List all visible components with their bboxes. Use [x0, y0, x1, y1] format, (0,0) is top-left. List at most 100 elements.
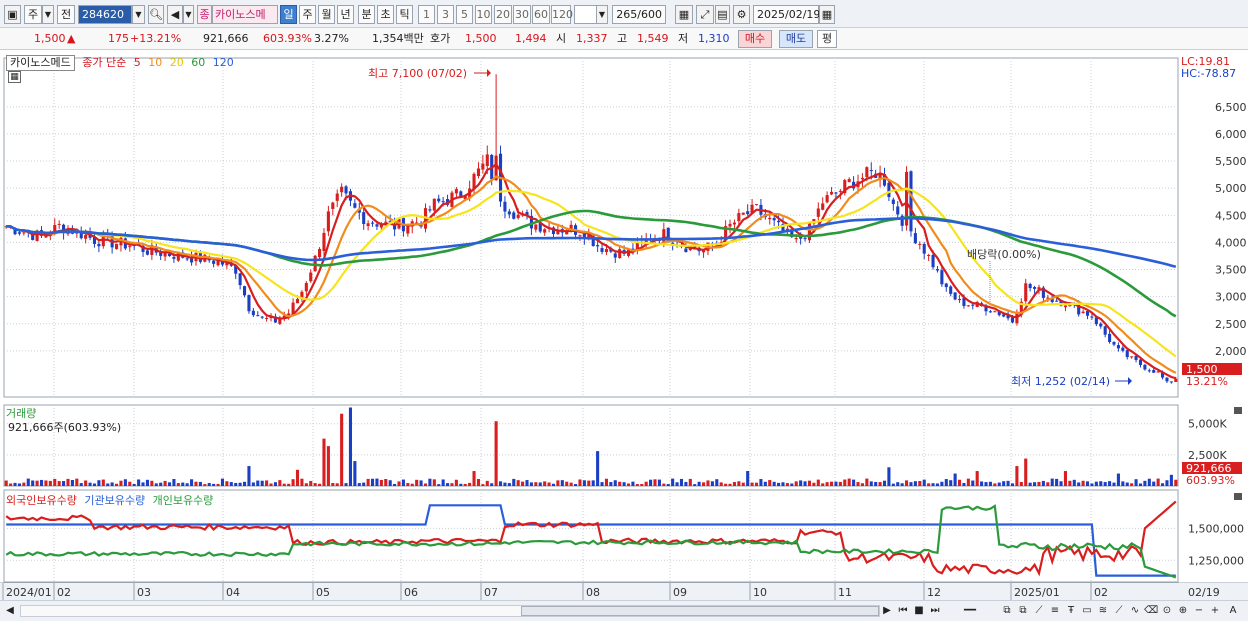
speaker-icon[interactable]: ◀ — [167, 5, 183, 24]
stock-code-input[interactable]: 284620 — [78, 5, 132, 24]
interval-5[interactable]: 5 — [456, 5, 473, 24]
period-tab-day[interactable]: 일 — [280, 5, 297, 24]
scroll-thumb[interactable] — [521, 606, 879, 616]
code-dropdown-icon[interactable]: ▼ — [132, 5, 145, 24]
volume-bar — [393, 483, 397, 486]
magnet-icon[interactable]: ⊙ — [1160, 604, 1174, 618]
scroll-right-icon[interactable]: ▶ — [880, 604, 894, 618]
interval-20[interactable]: 20 — [494, 5, 512, 24]
interval-30[interactable]: 30 — [513, 5, 531, 24]
zoom-tool-icon[interactable]: ⧉ — [1000, 604, 1014, 618]
volume-bar — [362, 482, 366, 486]
period-tab-year[interactable]: 년 — [337, 5, 354, 24]
chevron-down-icon[interactable]: ▼ — [42, 5, 54, 24]
candle-body — [481, 163, 485, 170]
volume-bar — [348, 407, 353, 486]
period-tab-minute[interactable]: 분 — [358, 5, 375, 24]
search-zoom-icon[interactable]: ⊕ — [1176, 604, 1190, 618]
buy-button[interactable]: 매수 — [738, 30, 772, 48]
x-axis-label: 12 — [927, 586, 941, 599]
candle-body — [57, 223, 61, 225]
interval-10[interactable]: 10 — [475, 5, 492, 24]
wave-tool-icon[interactable]: ∿ — [1128, 604, 1142, 618]
candle-body — [344, 186, 348, 194]
legend-stock-name[interactable]: 카이노스메드 — [6, 55, 75, 71]
interval-3[interactable]: 3 — [437, 5, 454, 24]
candle-body — [865, 167, 869, 178]
stop-icon[interactable]: ■ — [912, 604, 926, 618]
grid-toggle-icon[interactable]: ▦ — [8, 71, 21, 83]
prev-button[interactable]: 전 — [57, 5, 75, 24]
volume-bar — [560, 480, 564, 486]
period-tab-second[interactable]: 초 — [377, 5, 394, 24]
legend-ma-20: 20 — [169, 56, 184, 69]
zoom-out-icon[interactable]: − — [1192, 604, 1206, 618]
volume-bar — [132, 484, 136, 486]
save-icon[interactable]: ▤ — [715, 5, 730, 24]
last-page-icon[interactable]: ⏭ — [928, 604, 942, 618]
institution-holding-line — [6, 504, 1176, 577]
candle-body — [1130, 356, 1134, 358]
candle-body — [662, 229, 666, 243]
font-size-icon[interactable]: A — [1226, 604, 1240, 618]
period-tab-week[interactable]: 주 — [299, 5, 316, 24]
search-icon[interactable]: 🔍︎ — [148, 5, 164, 24]
box-tool-icon[interactable]: ▭ — [1080, 604, 1094, 618]
copy-icon[interactable]: ⧉ — [1016, 604, 1030, 618]
zoom-in-icon[interactable]: + — [1208, 604, 1222, 618]
trend-tool-icon[interactable]: ⟋ — [1112, 604, 1126, 618]
first-page-icon[interactable]: ⏮ — [896, 604, 910, 618]
volume-bar — [534, 482, 538, 486]
interval-120[interactable]: 120 — [551, 5, 573, 24]
turnover: 3.27% — [314, 32, 349, 45]
scroll-track[interactable] — [20, 605, 880, 617]
chart-tool-icon[interactable]: ▦ — [675, 5, 693, 24]
volume-bar — [17, 483, 21, 486]
price-y-label: 2,500 — [1215, 318, 1247, 331]
sell-button[interactable]: 매도 — [779, 30, 813, 48]
eraser-icon[interactable]: ⌫ — [1144, 604, 1158, 618]
candle-body — [335, 193, 339, 201]
candle-body — [278, 318, 282, 324]
price-legend: 카이노스메드 종가 단순 5 10 20 60 120 — [6, 54, 238, 71]
channel-tool-icon[interactable]: ≡ — [1048, 604, 1062, 618]
fib-tool-icon[interactable]: ≋ — [1096, 604, 1110, 618]
volume-bar — [750, 482, 754, 486]
scroll-left-icon[interactable]: ◀ — [3, 604, 17, 618]
price-chart-svg[interactable]: 6,500 6,000 5,500 5,000 4,500 4,000 3,500 3,000… — [0, 52, 1248, 600]
volume-bar — [9, 483, 13, 486]
sound-dropdown-icon[interactable]: ▼ — [183, 5, 194, 24]
range-slider-icon[interactable]: ━━ — [950, 604, 990, 618]
period-tab-tick[interactable]: 틱 — [396, 5, 413, 24]
gear-icon[interactable]: ⚙ — [733, 5, 750, 24]
price-y-label: 5,500 — [1215, 155, 1247, 168]
interval-dropdown-icon[interactable]: ▼ — [596, 5, 608, 24]
candle-body — [384, 221, 388, 223]
window-menu-icon[interactable]: ▣ — [4, 5, 21, 24]
candle-body — [940, 270, 944, 285]
price-y-label: 2,000 — [1215, 345, 1247, 358]
interval-1[interactable]: 1 — [418, 5, 435, 24]
volume-bar — [988, 481, 992, 486]
date-input[interactable]: 2025/02/19 — [753, 5, 820, 24]
type-select[interactable]: 주 — [24, 5, 42, 24]
calendar-icon[interactable]: ▦ — [819, 5, 835, 24]
period-tab-month[interactable]: 월 — [318, 5, 335, 24]
volume: 921,666 — [203, 32, 249, 45]
stock-name-field[interactable]: 카이노스메 — [212, 5, 278, 24]
text-tool-icon[interactable]: Ŧ — [1064, 604, 1078, 618]
volume-bar — [980, 481, 984, 486]
volume-bar — [794, 481, 798, 486]
volume-bar — [437, 484, 441, 486]
price-y-label: 3,500 — [1215, 264, 1247, 277]
candle-body — [922, 243, 926, 254]
count-input[interactable]: 265/600 — [612, 5, 666, 24]
interval-60[interactable]: 60 — [532, 5, 550, 24]
volume-bar — [159, 482, 163, 486]
line-tool-icon[interactable]: ⟋ — [1032, 604, 1046, 618]
volume-panel-close-icon — [1234, 407, 1242, 414]
volume-bar — [913, 481, 917, 486]
average-button[interactable]: 평 — [817, 30, 837, 48]
volume-bar — [247, 466, 251, 486]
draw-tool-icon[interactable]: ⤢ — [696, 5, 714, 24]
